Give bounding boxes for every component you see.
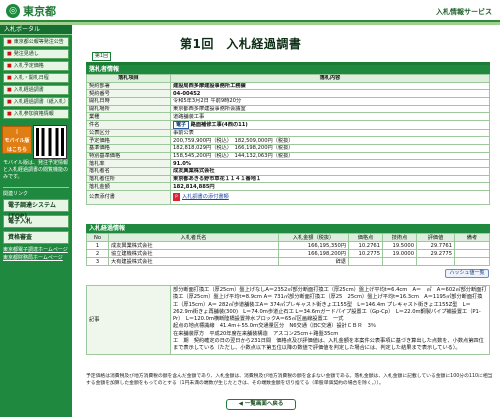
section-title-award: 落札者情報 — [86, 65, 490, 74]
table-row: 特別基準価格 158,545,200円（税込） 144,132,063円（税抜） — [86, 151, 490, 161]
pdf-icon[interactable]: P — [173, 193, 180, 202]
table-row: 公表区分 事前公表 — [86, 128, 490, 138]
table-row: 開札日時 令和5年3月2日 午前9時20分 — [86, 96, 490, 106]
tokyo-emblem-icon: ◎ — [6, 4, 20, 18]
table-row: 件名 電子 路面補修工事(4西の11) — [86, 119, 490, 130]
mobile-version-button[interactable]: ▯ モバイル版 はこちら — [2, 126, 32, 154]
sidebar-item-paper-bid-results[interactable]: ■ 入札経過調書（紙入札） — [3, 97, 69, 107]
bullet-icon: ■ — [7, 63, 12, 69]
table-row: 落札率 91.0% — [86, 159, 490, 169]
link-finance-bureau-home[interactable]: 東京都財務局ホームページ — [3, 255, 69, 262]
mobile-promo: ▯ モバイル版 はこちら — [2, 125, 70, 159]
table-row: 契約番号 04-00452 — [86, 89, 490, 98]
bullet-icon: ■ — [7, 51, 12, 57]
sidebar-item-e-bidding[interactable]: 電子入札 — [3, 215, 69, 228]
col-header-item: 落札項目 — [86, 74, 171, 83]
table-row: 落札者名 成友興業株式会社 — [86, 167, 490, 176]
hash-list-button[interactable]: ハッシュ値一覧 — [445, 269, 489, 278]
sidebar-item-forecast[interactable]: ■ 発注見通し — [3, 49, 69, 59]
tokyo-logo[interactable]: ◎ 東京都 — [6, 3, 56, 19]
section-title-bidders: 入札経過情報 — [86, 224, 490, 233]
table-row: 記事 部分断面打換工（厚25cm）盤上げなしA＝2352㎡部分断面打換工（厚25… — [86, 285, 490, 355]
links-title: 関連リンク — [3, 187, 69, 198]
service-name: 入札情報サービス — [436, 8, 492, 16]
table-row: 開札場所 東京都西多摩建設事務所会議室 — [86, 104, 490, 114]
sidebar-item-bid-results[interactable]: ■ 入札経過調書 — [3, 85, 69, 95]
page-title: 第1回 入札経過調書 — [180, 37, 302, 51]
remarks-text: 部分断面打換工（厚25cm）盤上げなしA＝2352㎡部分断面打換工（厚25cm）… — [173, 287, 487, 352]
remarks-label: 記事 — [86, 285, 171, 355]
table-row: 公表添付書 P 入札調書の添付書類 — [86, 189, 490, 205]
sidebar-item-announcement[interactable]: ■ 東京都公報等発注公告 — [3, 37, 69, 47]
col-header-content: 落札内容 — [170, 74, 490, 83]
award-table: 落札項目 落札内容 契約部署 建設局西多摩建設事務所工務課 契約番号 04-0045… — [86, 74, 490, 205]
bullet-icon: ■ — [7, 87, 12, 93]
subject-name: 路面補修工事(4西の11) — [190, 121, 248, 128]
bullet-icon: ■ — [7, 75, 12, 81]
bullet-icon: ■ — [7, 39, 12, 45]
table-row: 落札金額 182,814,885円 — [86, 182, 490, 191]
table-row: 落札者住所 東京都あきる野市草花１１４１番地１ — [86, 174, 490, 184]
bullet-icon: ■ — [7, 111, 12, 117]
sidebar-menu: ■ 東京都公報等発注公告 ■ 発注見通し ■ 入札予定価格 ■ 入札・開札日程 ■ 入札経… — [0, 35, 72, 123]
table-row: 2 協立建機株式会社 166,198,200円 10.2775 19.0000 … — [86, 249, 490, 258]
sidebar-item-schedule[interactable]: ■ 入札・開札日程 — [3, 73, 69, 83]
table-header-row: No 入札者氏名 入札金額（税抜） 価格点 技術点 評価値 備考 — [86, 233, 490, 242]
round-badge: 第1回 — [92, 52, 111, 61]
table-row: 業種 道路舗装工事 — [86, 112, 490, 121]
bidders-table: No 入札者氏名 入札金額（税抜） 価格点 技術点 評価値 備考 1 成友興業株… — [86, 233, 490, 266]
sidebar-item-planned-price[interactable]: ■ 入札予定価格 — [3, 61, 69, 71]
mobile-icon: ▯ — [15, 129, 19, 135]
table-row: 契約部署 建設局西多摩建設事務所工務課 — [86, 81, 490, 91]
remarks-table: 記事 部分断面打換工（厚25cm）盤上げなしA＝2352㎡部分断面打換工（厚25… — [86, 285, 490, 355]
attachment-link[interactable]: 入札調書の添付書類 — [182, 194, 229, 200]
sidebar-item-e-procurement-top[interactable]: 電子調達システム(TOP) — [3, 199, 69, 220]
table-row: 基準価格 182,818,029円（税込） 166,198,200円（税抜） — [86, 144, 490, 153]
sidebar-title: 入札ポータル — [0, 25, 72, 35]
table-row: 3 大有建設株式会社 辞退 — [86, 257, 490, 266]
sidebar-item-qualification-review[interactable]: 資格審査 — [3, 231, 69, 244]
table-row: 1 成友興業株式会社 166,195,350円 10.2761 19.5000 … — [86, 241, 490, 250]
mobile-note: モバイル版は、発注予定情報と入札経過調書の閲覧機能のみです。 — [3, 160, 69, 180]
header-divider — [0, 22, 500, 25]
back-to-list-button[interactable]: ◀ 一覧画面へ戻る — [226, 399, 296, 410]
footer-note: 予定価格は消費税及び地方消費税の額を含んだ金額であり、入札金額は、消費税及び地方… — [86, 374, 493, 386]
table-header-row: 落札項目 落札内容 — [86, 74, 490, 83]
site-header: ◎ 東京都 入札情報サービス — [0, 0, 500, 22]
link-e-procurement-home[interactable]: 東京都電子調達ホームページ — [3, 247, 69, 254]
logo-text: 東京都 — [23, 5, 56, 18]
sidebar-item-qualification[interactable]: ■ 入札参加資格情報 — [3, 109, 69, 119]
table-row: 予定価格 200,759,900円（税込） 182,509,000円（税抜） — [86, 136, 490, 146]
qr-code-icon — [33, 125, 67, 159]
sidebar: 入札ポータル ■ 東京都公報等発注公告 ■ 発注見通し ■ 入札予定価格 ■ 入札・開札… — [0, 25, 72, 417]
electronic-tag: 電子 — [173, 121, 190, 129]
bullet-icon: ■ — [7, 99, 12, 105]
